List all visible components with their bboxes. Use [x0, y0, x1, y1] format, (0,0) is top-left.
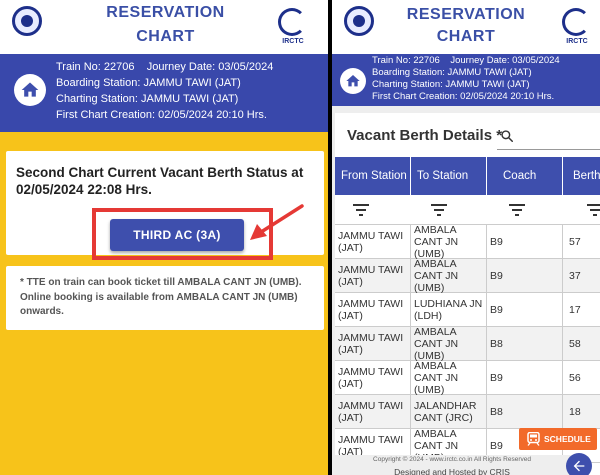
- cell-to-station: JALANDHAR CANT (JRC): [411, 395, 487, 429]
- cell-coach: B8: [487, 395, 563, 429]
- vacant-status-text: Second Chart Current Vacant Berth Status…: [16, 165, 304, 197]
- journey-date: Journey Date: 03/05/2024: [450, 55, 560, 66]
- cell-berth: 56: [569, 372, 581, 384]
- cell-coach: B9: [487, 361, 563, 395]
- cell-to-station: AMBALA CANT JN (UMB): [411, 258, 487, 294]
- right-screen: RESERVATION CHART IRCTC Train No: 22706 …: [328, 0, 600, 475]
- train-info-panel: Train No: 22706 Journey Date: 03/05/2024…: [332, 54, 600, 106]
- cell-coach: B9: [487, 293, 563, 327]
- table-row[interactable]: JAMMU TAWI (JAT) LUDHIANA JN (LDH) B9 17: [335, 293, 600, 327]
- footer-designed-by: Designed and Hosted by CRIS: [394, 467, 510, 475]
- cell-from-station: JAMMU TAWI (JAT): [335, 259, 411, 293]
- search-icon: [501, 130, 513, 142]
- table-row[interactable]: JAMMU TAWI (JAT) AMBALA CANT JN (UMB) B9…: [335, 360, 600, 396]
- cell-berth: 58: [569, 338, 581, 350]
- filter-icon[interactable]: [353, 203, 369, 217]
- cell-berth: 37: [569, 270, 581, 282]
- header: RESERVATION CHART IRCTC: [0, 0, 331, 54]
- cell-from-station: JAMMU TAWI (JAT): [335, 395, 411, 429]
- cell-to-station: AMBALA CANT JN (UMB): [411, 326, 487, 362]
- irctc-label: IRCTC: [566, 38, 588, 45]
- vacant-berth-title: Vacant Berth Details *: [347, 127, 503, 144]
- table-row[interactable]: JAMMU TAWI (JAT) AMBALA CANT JN (UMB) B9…: [335, 224, 600, 260]
- irctc-logo-icon: IRCTC: [276, 8, 310, 48]
- cell-to-station: AMBALA CANT JN (UMB): [411, 360, 487, 396]
- cell-from-station: JAMMU TAWI (JAT): [335, 361, 411, 395]
- column-header-berth[interactable]: Berth: [563, 157, 600, 195]
- footer: Copyright © 2024 - www.irctc.co.in All R…: [332, 455, 572, 475]
- boarding-station: Boarding Station: JAMMU TAWI (JAT): [372, 67, 532, 78]
- cell-coach: B9: [487, 259, 563, 293]
- table-row[interactable]: JAMMU TAWI (JAT) JALANDHAR CANT (JRC) B8…: [335, 395, 600, 429]
- table-header: From Station To Station Coach Berth: [335, 157, 600, 195]
- filter-icon[interactable]: [431, 203, 447, 217]
- booking-note-card: * TTE on train can book ticket till AMBA…: [6, 266, 324, 330]
- train-number: Train No: 22706: [56, 61, 135, 73]
- train-number-line: Train No: 22706 Journey Date: 03/05/2024: [372, 55, 560, 67]
- cell-berth: 17: [569, 304, 581, 316]
- footer-copyright: Copyright © 2024 - www.irctc.co.in All R…: [373, 456, 531, 463]
- schedule-label: SCHEDULE: [544, 434, 591, 444]
- home-icon: [21, 82, 39, 97]
- cell-coach: B9: [487, 225, 563, 259]
- column-header-from-station[interactable]: From Station: [335, 157, 411, 195]
- home-button[interactable]: [340, 68, 366, 94]
- home-icon: [346, 75, 360, 87]
- coach-third-ac-button[interactable]: THIRD AC (3A): [110, 219, 244, 251]
- filter-row: [335, 195, 600, 225]
- back-button[interactable]: [566, 453, 592, 475]
- home-button[interactable]: [14, 74, 46, 106]
- header: RESERVATION CHART IRCTC: [332, 0, 600, 54]
- column-header-coach[interactable]: Coach: [487, 157, 563, 195]
- filter-icon[interactable]: [587, 203, 600, 217]
- charting-station: Charting Station: JAMMU TAWI (JAT): [372, 79, 530, 90]
- train-number-line: Train No: 22706 Journey Date: 03/05/2024: [56, 60, 273, 74]
- arrow-back-icon: [573, 460, 585, 472]
- cell-from-station: JAMMU TAWI (JAT): [335, 327, 411, 361]
- search-box: [497, 124, 600, 150]
- cell-from-station: JAMMU TAWI (JAT): [335, 293, 411, 327]
- cell-to-station: AMBALA CANT JN (UMB): [411, 224, 487, 260]
- search-input[interactable]: [521, 128, 600, 146]
- arrow-annotation-icon: [250, 204, 304, 240]
- cell-berth: 18: [569, 406, 581, 418]
- first-chart-creation: First Chart Creation: 02/05/2024 20:10 H…: [372, 91, 555, 102]
- left-screen: RESERVATION CHART IRCTC Train No: 22706 …: [0, 0, 331, 475]
- schedule-button[interactable]: SCHEDULE: [519, 428, 597, 450]
- cell-berth: 57: [569, 236, 581, 248]
- filter-icon[interactable]: [509, 203, 525, 217]
- irctc-label: IRCTC: [282, 38, 304, 45]
- column-header-to-station[interactable]: To Station: [411, 157, 487, 195]
- charting-station: Charting Station: JAMMU TAWI (JAT): [56, 93, 239, 105]
- first-chart-creation: First Chart Creation: 02/05/2024 20:10 H…: [56, 109, 267, 121]
- cell-to-station: LUDHIANA JN (LDH): [411, 293, 487, 327]
- irctc-logo-icon: IRCTC: [560, 8, 594, 48]
- train-icon: [527, 432, 540, 446]
- boarding-station: Boarding Station: JAMMU TAWI (JAT): [56, 77, 241, 89]
- train-info-panel: Train No: 22706 Journey Date: 03/05/2024…: [0, 54, 331, 132]
- table-row[interactable]: JAMMU TAWI (JAT) AMBALA CANT JN (UMB) B8…: [335, 326, 600, 362]
- cell-from-station: JAMMU TAWI (JAT): [335, 225, 411, 259]
- cell-coach: B8: [487, 327, 563, 361]
- table-row[interactable]: JAMMU TAWI (JAT) AMBALA CANT JN (UMB) B9…: [335, 258, 600, 294]
- journey-date: Journey Date: 03/05/2024: [146, 61, 274, 73]
- train-number: Train No: 22706: [372, 55, 440, 66]
- booking-note-text: * TTE on train can book ticket till AMBA…: [20, 277, 302, 317]
